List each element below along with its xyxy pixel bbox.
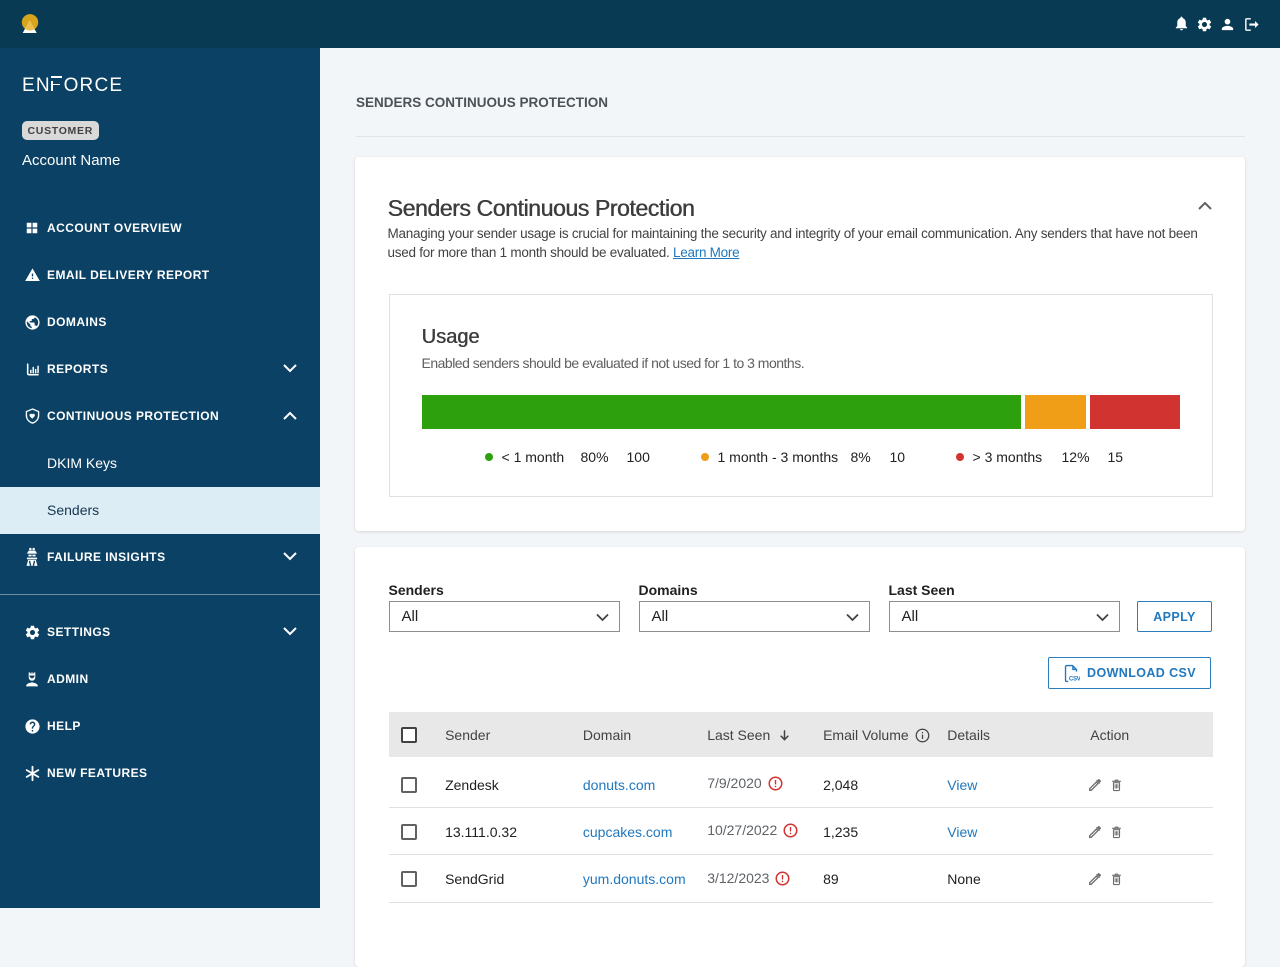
svg-text:CSV: CSV (1069, 675, 1080, 682)
